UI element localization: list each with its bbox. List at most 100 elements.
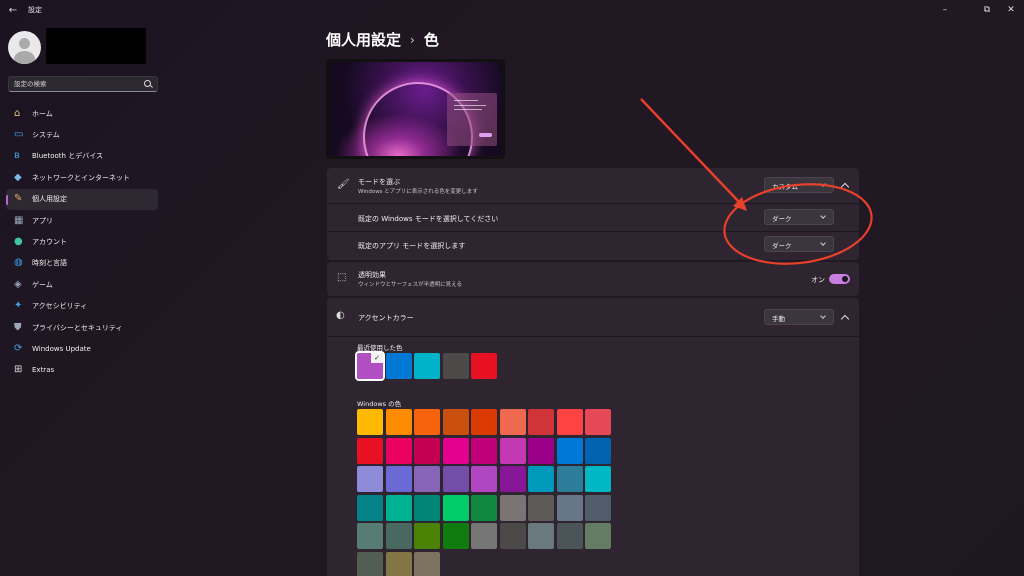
windows-color-swatch[interactable] — [442, 437, 469, 464]
windows-color-swatch[interactable] — [499, 466, 526, 492]
windows-color-swatch[interactable] — [556, 437, 583, 464]
windows-color-swatch[interactable] — [585, 466, 611, 492]
avatar-body — [14, 51, 35, 64]
divider — [327, 336, 859, 337]
sidebar-item[interactable]: ✦ アクセシビリティ — [6, 296, 158, 317]
windows-colors-label: Windows の色 — [357, 400, 402, 408]
sidebar-item[interactable]: ▦ アプリ — [6, 210, 158, 231]
sidebar-item[interactable]: ʙ Bluetooth とデバイス — [6, 146, 158, 167]
windows-color-swatch[interactable] — [414, 466, 440, 492]
extras-icon: ⊞ — [14, 364, 23, 376]
profile-name-redacted — [46, 28, 146, 64]
windows-color-swatch[interactable] — [528, 523, 554, 549]
preview-line — [454, 109, 482, 110]
windows-color-swatch[interactable] — [442, 409, 469, 435]
windows-color-swatch[interactable] — [385, 523, 412, 549]
sidebar-item[interactable]: ⟳ Windows Update — [6, 338, 158, 359]
windows-color-swatch[interactable] — [556, 409, 583, 435]
sidebar-item[interactable]: ● アカウント — [6, 231, 158, 252]
windows-color-swatch[interactable] — [499, 523, 526, 549]
minimize-button[interactable]: – — [934, 2, 956, 18]
windows-color-swatch[interactable] — [528, 466, 554, 492]
windows-color-swatch[interactable] — [471, 494, 497, 521]
sidebar-item[interactable]: ⌂ ホーム — [6, 103, 158, 124]
sidebar-item-label: ゲーム — [32, 280, 53, 289]
windows-color-swatch[interactable] — [528, 494, 554, 521]
windows-color-swatch[interactable] — [585, 523, 611, 549]
windows-color-swatch[interactable] — [528, 437, 554, 464]
sidebar-item[interactable]: ◈ ゲーム — [6, 274, 158, 295]
search-input[interactable] — [14, 78, 139, 90]
app-mode-dropdown[interactable]: ダーク — [764, 236, 834, 252]
mode-dropdown[interactable]: カスタム — [764, 177, 834, 193]
windows-color-swatch[interactable] — [385, 437, 412, 464]
bluetooth-icon: ʙ — [14, 150, 20, 162]
windows-color-swatch[interactable] — [471, 523, 497, 549]
windows-color-swatch[interactable] — [385, 551, 412, 576]
windows-color-swatch[interactable] — [556, 523, 583, 549]
update-icon: ⟳ — [14, 342, 23, 354]
windows-color-swatch[interactable] — [357, 523, 383, 549]
sidebar-item-label: Extras — [32, 366, 55, 375]
sidebar-item[interactable]: ✎ 個人用設定 — [6, 188, 158, 210]
sidebar-item-label: ネットワークとインターネット — [32, 173, 130, 182]
windows-color-swatch[interactable] — [499, 437, 526, 464]
maximize-button[interactable]: ⧉ — [976, 2, 998, 18]
windows-color-swatch[interactable] — [414, 523, 440, 549]
windows-color-swatch[interactable] — [357, 494, 383, 521]
windows-color-swatch[interactable] — [385, 466, 412, 492]
windows-color-swatch[interactable] — [471, 437, 497, 464]
windows-color-swatch[interactable] — [385, 494, 412, 521]
sidebar-item[interactable]: ◍ 時刻と言語 — [6, 253, 158, 274]
mode-row[interactable]: 🖌 モードを選ぶ Windows とアプリに表示される色を変更します カスタム — [327, 168, 859, 203]
windows-color-swatch[interactable] — [471, 466, 497, 492]
windows-color-swatch[interactable] — [357, 466, 383, 492]
window-title: 設定 — [28, 6, 42, 14]
windows-color-swatch[interactable] — [414, 494, 440, 521]
recent-color-swatch[interactable] — [442, 353, 469, 379]
windows-color-swatch[interactable] — [556, 466, 583, 492]
search-icon[interactable] — [144, 80, 151, 87]
windows-color-swatch[interactable] — [499, 409, 526, 435]
breadcrumb-parent[interactable]: 個人用設定 — [326, 29, 401, 50]
windows-color-swatch[interactable] — [585, 437, 611, 464]
transparency-toggle[interactable] — [829, 274, 850, 284]
windows-color-swatch[interactable] — [585, 494, 611, 521]
windows-color-swatch[interactable] — [357, 551, 383, 576]
windows-color-swatch[interactable] — [471, 409, 497, 435]
accent-row[interactable]: ◐ アクセントカラー 手動 — [327, 298, 859, 336]
windows-color-swatch[interactable] — [414, 409, 440, 435]
windows-color-swatch[interactable] — [585, 409, 611, 435]
recent-color-swatch[interactable] — [414, 353, 440, 379]
windows-color-swatch[interactable] — [414, 551, 440, 576]
windows-color-swatch[interactable] — [357, 409, 383, 435]
search-box[interactable] — [8, 76, 158, 92]
windows-color-swatch[interactable] — [442, 466, 469, 492]
preview-line — [454, 100, 478, 101]
transparency-state: オン — [811, 276, 825, 284]
recent-color-swatch[interactable] — [471, 353, 497, 379]
windows-color-swatch[interactable] — [499, 494, 526, 521]
close-button[interactable]: ✕ — [1000, 2, 1022, 18]
windows-color-swatch[interactable] — [442, 494, 469, 521]
windows-color-swatch[interactable] — [385, 409, 412, 435]
chevron-up-icon[interactable] — [840, 182, 850, 192]
avatar[interactable] — [8, 31, 41, 64]
windows-color-swatch[interactable] — [442, 523, 469, 549]
windows-color-swatch[interactable] — [357, 437, 383, 464]
theme-preview — [326, 59, 505, 159]
back-button[interactable]: ← — [6, 4, 20, 18]
recent-color-swatch[interactable] — [385, 353, 412, 379]
mode-card: 🖌 モードを選ぶ Windows とアプリに表示される色を変更します カスタム … — [327, 168, 859, 260]
recent-color-swatch[interactable]: ✓ — [355, 351, 385, 381]
windows-mode-dropdown[interactable]: ダーク — [764, 209, 834, 225]
sidebar-item[interactable]: ⊞ Extras — [6, 360, 158, 381]
accent-dropdown[interactable]: 手動 — [764, 309, 834, 325]
windows-color-swatch[interactable] — [556, 494, 583, 521]
windows-color-swatch[interactable] — [528, 409, 554, 435]
chevron-up-icon[interactable] — [840, 314, 850, 324]
sidebar-item[interactable]: ⛊ プライバシーとセキュリティ — [6, 317, 158, 338]
windows-color-swatch[interactable] — [414, 437, 440, 464]
sidebar-item[interactable]: ▭ システム — [6, 124, 158, 145]
sidebar-item[interactable]: ◆ ネットワークとインターネット — [6, 167, 158, 188]
